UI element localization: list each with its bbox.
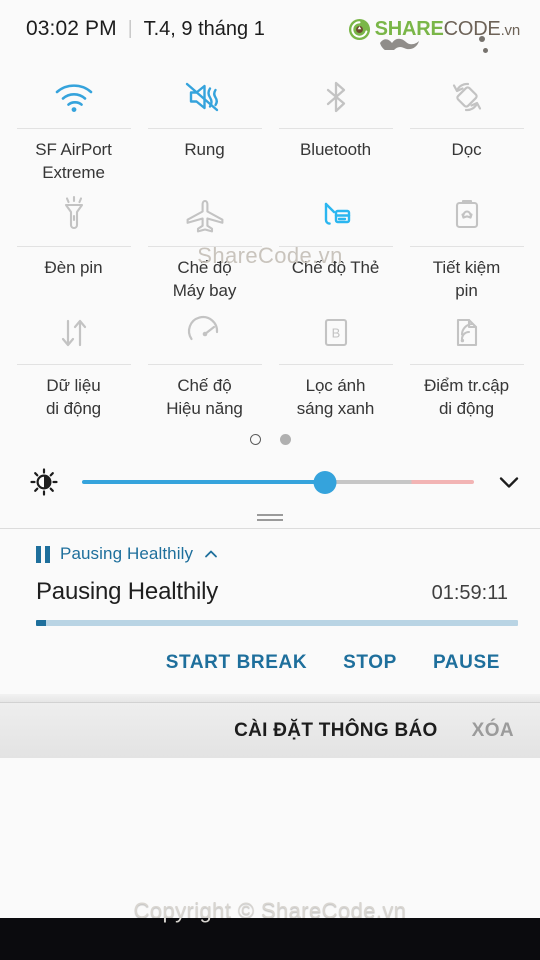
qs-tile-blue-light-filter[interactable]: B Lọc ánh sáng xanh xyxy=(270,304,401,422)
notification-timer: 01:59:11 xyxy=(431,582,508,604)
qs-label-flashlight: Đèn pin xyxy=(44,258,103,277)
notification-body: Pausing Healthily 01:59:11 xyxy=(36,578,522,606)
status-separator: | xyxy=(127,18,133,39)
brightness-slider-track xyxy=(82,480,474,484)
notification-settings-button[interactable]: CÀI ĐẶT THÔNG BÁO xyxy=(234,720,438,742)
notification-header: Pausing Healthily xyxy=(36,541,522,567)
notification-progress-fill xyxy=(36,620,46,626)
qs-label-blue-light-filter: Lọc ánh sáng xanh xyxy=(296,376,375,418)
bluetooth-icon xyxy=(316,68,356,126)
qs-label-mobile-data: Dữ liệu di động xyxy=(45,376,102,418)
status-clock: 03:02 PM xyxy=(26,17,117,40)
qs-tile-divider xyxy=(278,246,393,247)
qs-tile-divider xyxy=(278,128,393,129)
airplane-icon xyxy=(182,186,228,244)
quick-settings-row: SF AirPort Extreme Rung Bluetooth Dọc xyxy=(8,68,532,186)
mobile-data-icon xyxy=(53,304,95,362)
brightness-slider[interactable] xyxy=(82,468,474,496)
quick-settings-row: Đèn pin Chế độ Máy bay Chế độ Thẻ Tiết k… xyxy=(8,186,532,304)
qs-tile-divider xyxy=(409,246,524,247)
qs-tile-divider xyxy=(147,128,262,129)
logo-text-code: CODE xyxy=(443,18,501,40)
logo-blob-icon xyxy=(379,38,419,50)
flashlight-icon xyxy=(56,186,92,244)
pause-button[interactable]: PAUSE xyxy=(433,652,500,674)
notification-app-name: Pausing Healthily xyxy=(60,544,194,563)
qs-tile-mobile-hotspot[interactable]: Điểm tr.cập di động xyxy=(401,304,532,422)
qs-label-airplane-mode: Chế độ Máy bay xyxy=(172,258,237,300)
qs-label-auto-rotate: Dọc xyxy=(451,140,482,159)
qs-tile-mobile-data[interactable]: Dữ liệu di động xyxy=(8,304,139,422)
qs-tile-power-saving[interactable]: Tiết kiệm pin xyxy=(401,186,532,304)
qs-tile-divider xyxy=(409,364,524,365)
quick-settings-grid: SF AirPort Extreme Rung Bluetooth Dọc Đè… xyxy=(0,58,540,422)
qs-tile-divider xyxy=(409,128,524,129)
chevron-up-icon[interactable] xyxy=(203,546,219,562)
quick-settings-panel: 03:02 PM | T.4, 9 tháng 1 SHARECODE.vn S… xyxy=(0,0,540,960)
qs-tile-divider xyxy=(16,364,131,365)
qs-tile-airplane-mode[interactable]: Chế độ Máy bay xyxy=(139,186,270,304)
brightness-icon xyxy=(30,468,58,496)
qs-label-wifi: SF AirPort Extreme xyxy=(35,140,112,182)
qs-tile-performance-mode[interactable]: Chế độ Hiệu năng xyxy=(139,304,270,422)
qs-tile-bluetooth[interactable]: Bluetooth xyxy=(270,68,401,186)
stop-button[interactable]: STOP xyxy=(343,652,397,674)
qs-tile-flashlight[interactable]: Đèn pin xyxy=(8,186,139,304)
logo-text-vn: .vn xyxy=(500,22,521,39)
blue-light-icon: B xyxy=(318,304,354,362)
chevron-down-icon[interactable] xyxy=(496,469,522,495)
qs-label-vibrate: Rung xyxy=(184,140,225,159)
panel-drag-handle[interactable] xyxy=(0,506,540,528)
qs-label-mobile-hotspot: Điểm tr.cập di động xyxy=(424,376,509,418)
quick-settings-row: Dữ liệu di động Chế độ Hiệu năng B Lọc á… xyxy=(8,304,532,422)
qs-tile-divider xyxy=(147,364,262,365)
brightness-slider-thumb[interactable] xyxy=(313,470,337,494)
auto-rotate-icon xyxy=(446,68,488,126)
qs-tile-divider xyxy=(16,128,131,129)
drag-handle-icon xyxy=(257,513,283,521)
power-saving-icon xyxy=(450,186,484,244)
status-date: T.4, 9 tháng 1 xyxy=(143,17,265,40)
qs-tile-wifi[interactable]: SF AirPort Extreme xyxy=(8,68,139,186)
clear-all-button[interactable]: XÓA xyxy=(472,720,514,742)
sharecode-logo: SHARECODE.vn xyxy=(348,18,524,53)
performance-icon xyxy=(184,304,226,362)
svg-text:B: B xyxy=(331,326,340,341)
qs-tile-vibrate[interactable]: Rung xyxy=(139,68,270,186)
qs-tile-auto-rotate[interactable]: Dọc xyxy=(401,68,532,186)
notification-footer-bar: CÀI ĐẶT THÔNG BÁO XÓA xyxy=(0,702,540,758)
qs-tile-divider xyxy=(278,364,393,365)
notification-bottom-shadow xyxy=(0,694,540,702)
qs-label-power-saving: Tiết kiệm pin xyxy=(432,258,501,300)
sharecode-logo-mark xyxy=(348,18,370,40)
qs-tile-card-mode[interactable]: Chế độ Thẻ xyxy=(270,186,401,304)
brightness-row xyxy=(0,458,540,506)
logo-dot-lower-icon xyxy=(483,47,488,53)
qs-label-bluetooth: Bluetooth xyxy=(300,140,371,159)
wifi-icon xyxy=(52,68,96,126)
notification-progress-bar xyxy=(36,620,518,626)
qs-tile-divider xyxy=(147,246,262,247)
pause-icon xyxy=(36,545,50,563)
system-navigation-bar xyxy=(0,918,540,960)
notification-title: Pausing Healthily xyxy=(36,578,219,605)
vibrate-icon xyxy=(183,68,227,126)
logo-dot-upper-icon xyxy=(479,35,485,42)
start-break-button[interactable]: START BREAK xyxy=(166,652,307,674)
mobile-hotspot-icon xyxy=(448,304,486,362)
page-indicator xyxy=(0,424,540,454)
page-dot-2[interactable] xyxy=(279,433,291,445)
card-mode-icon xyxy=(314,186,358,244)
notification-card[interactable]: Pausing Healthily Pausing Healthily 01:5… xyxy=(0,529,540,694)
notification-actions: START BREAK STOP PAUSE xyxy=(36,632,522,694)
page-dot-1[interactable] xyxy=(249,433,261,445)
qs-label-performance-mode: Chế độ Hiệu năng xyxy=(166,376,243,418)
qs-label-card-mode: Chế độ Thẻ xyxy=(291,258,380,277)
status-bar: 03:02 PM | T.4, 9 tháng 1 SHARECODE.vn xyxy=(0,0,540,58)
qs-tile-divider xyxy=(16,246,131,247)
